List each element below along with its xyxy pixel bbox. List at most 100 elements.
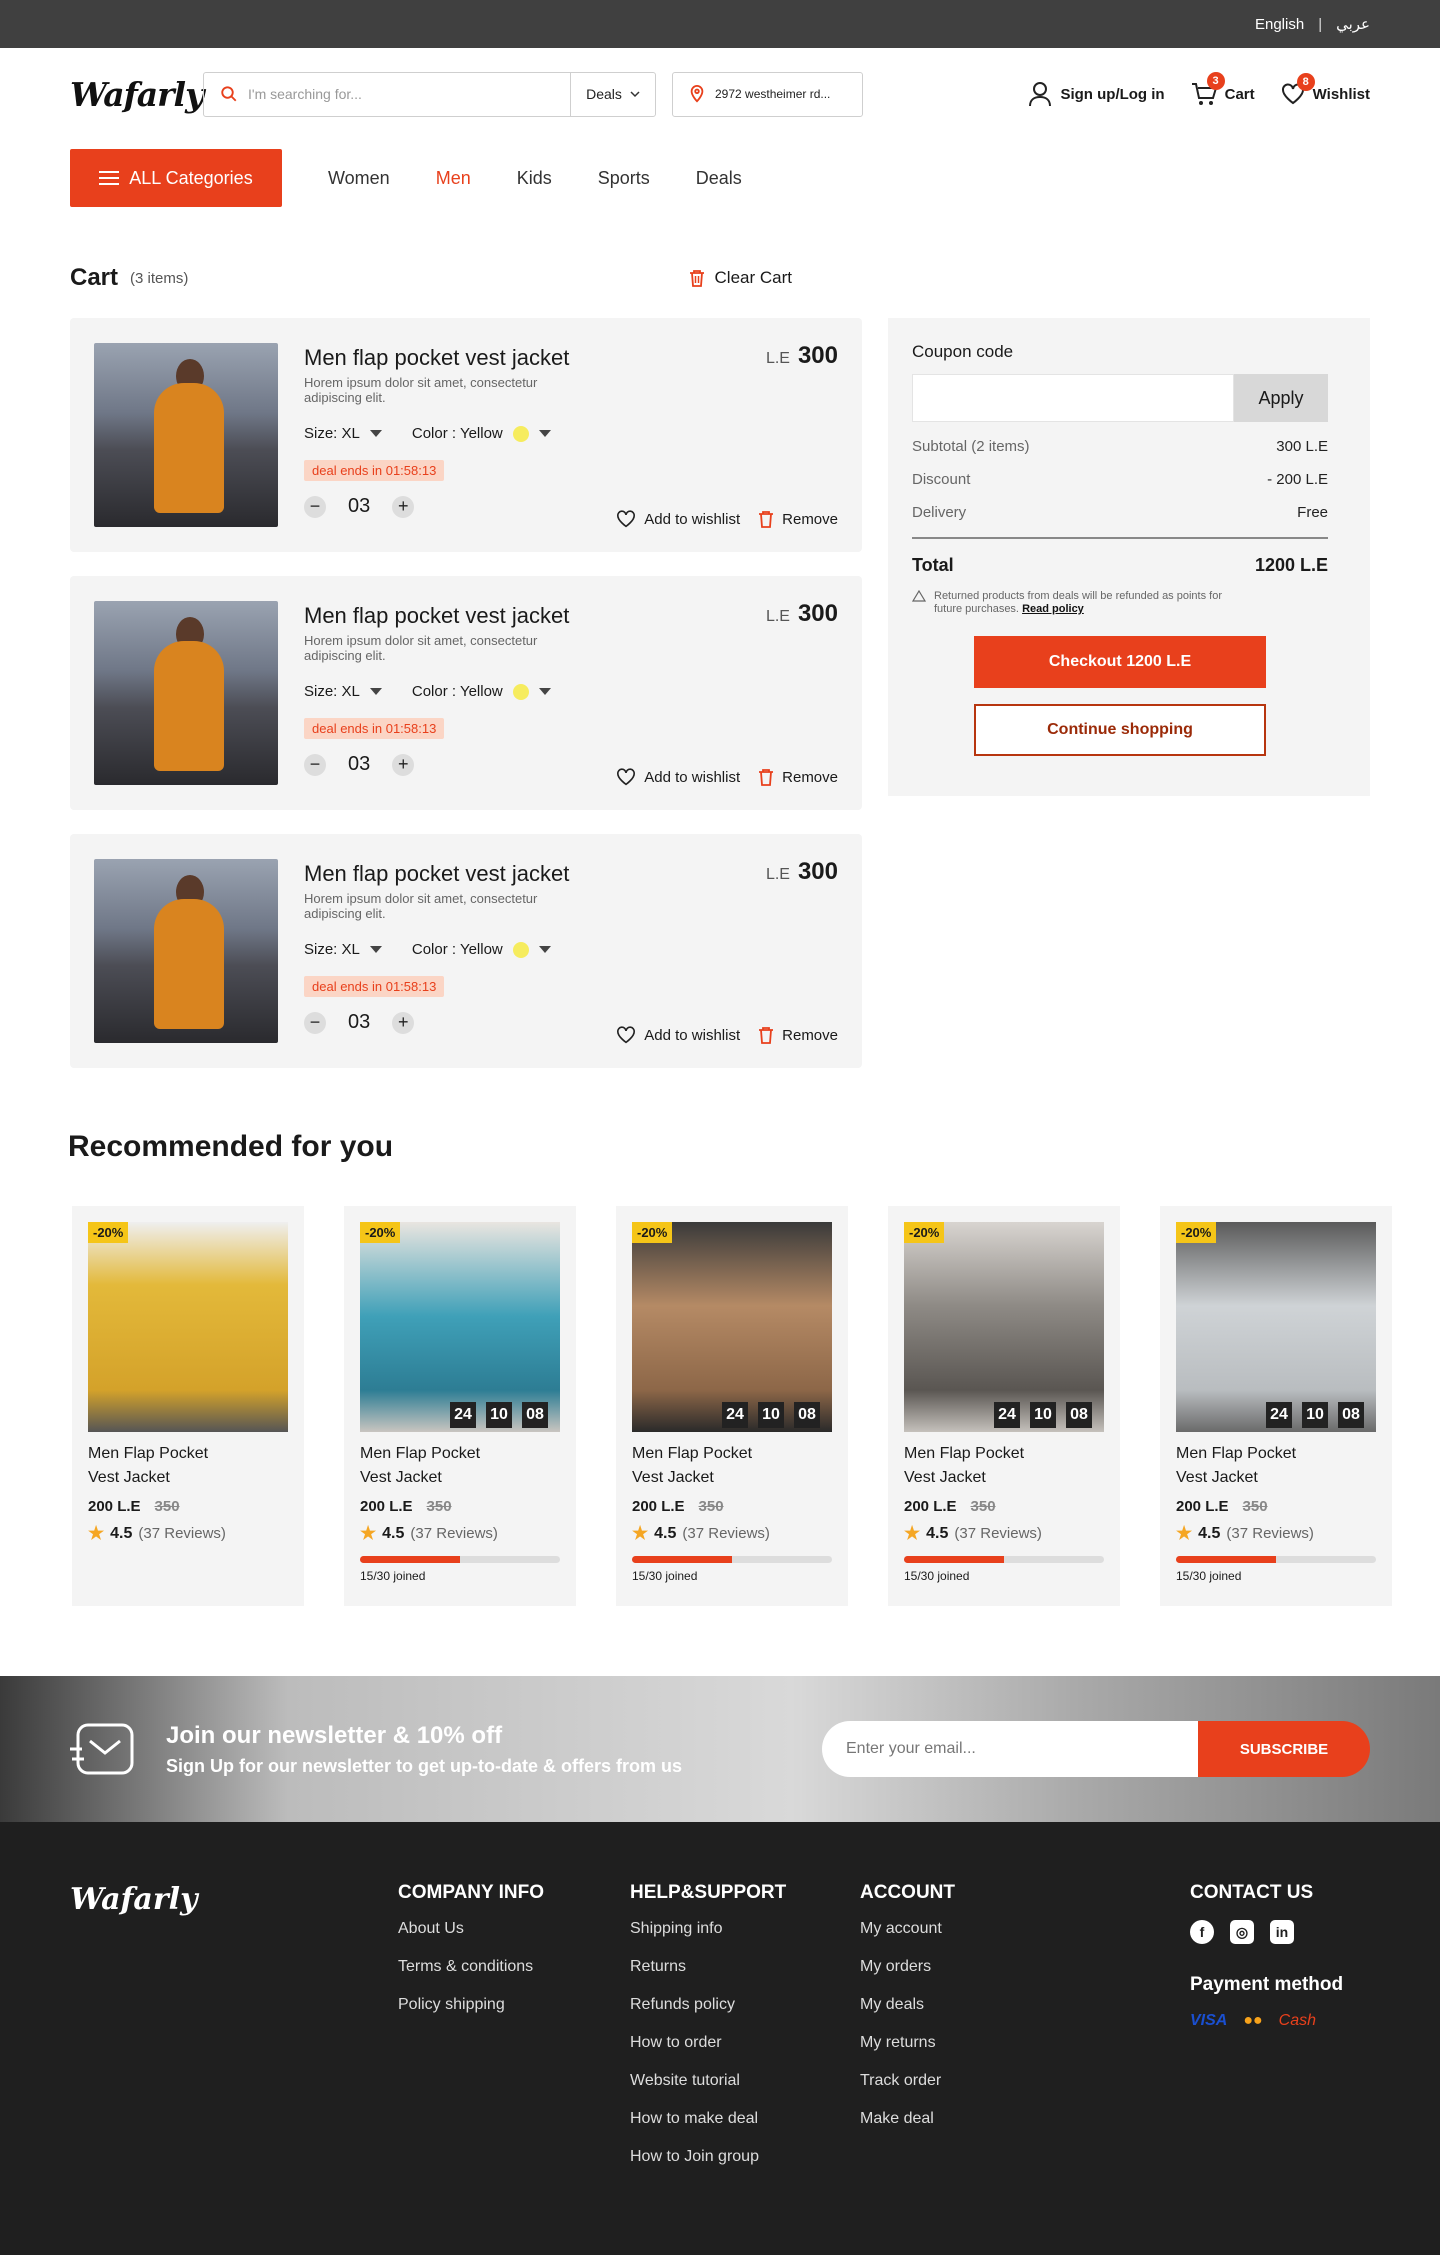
footer-link-policy-shipping[interactable]: Policy shipping bbox=[398, 1996, 630, 2014]
search-input[interactable]: I'm searching for... bbox=[204, 73, 570, 116]
product-title[interactable]: Men flap pocket vest jacket bbox=[304, 603, 838, 629]
increase-quantity-button[interactable]: + bbox=[392, 495, 415, 518]
product-title[interactable]: Men flap pocket vest jacket bbox=[304, 345, 838, 371]
rating-value: 4.5 bbox=[110, 1524, 133, 1542]
product-image[interactable]: -20% 24 10 08 bbox=[1176, 1222, 1376, 1432]
footer-link-tutorial[interactable]: Website tutorial bbox=[630, 2072, 860, 2090]
star-icon: ★ bbox=[88, 1523, 105, 1543]
search-icon bbox=[221, 86, 237, 102]
footer-link-my-orders[interactable]: My orders bbox=[860, 1958, 1190, 1976]
add-to-wishlist-button[interactable]: Add to wishlist bbox=[616, 1026, 740, 1044]
footer-logo[interactable]: Wafarly bbox=[70, 1882, 398, 2202]
product-card[interactable]: -20% Men Flap Pocket Vest Jacket 200 L.E… bbox=[72, 1206, 304, 1606]
add-to-wishlist-button[interactable]: Add to wishlist bbox=[616, 510, 740, 528]
apply-coupon-button[interactable]: Apply bbox=[1234, 374, 1328, 422]
color-selector[interactable]: Color : Yellow bbox=[412, 941, 551, 958]
product-name[interactable]: Men Flap Pocket Vest Jacket bbox=[1176, 1442, 1316, 1490]
product-name[interactable]: Men Flap Pocket Vest Jacket bbox=[904, 1442, 1044, 1490]
read-policy-link[interactable]: Read policy bbox=[1022, 603, 1084, 615]
newsletter-subtitle: Sign Up for our newsletter to get up-to-… bbox=[166, 1755, 683, 1776]
size-selector[interactable]: Size: XL bbox=[304, 683, 382, 700]
color-selector[interactable]: Color : Yellow bbox=[412, 683, 551, 700]
email-field[interactable]: Enter your email... bbox=[822, 1721, 1198, 1777]
footer-link-my-returns[interactable]: My returns bbox=[860, 2034, 1190, 2052]
instagram-icon[interactable]: ◎ bbox=[1230, 1920, 1254, 1944]
linkedin-icon[interactable]: in bbox=[1270, 1920, 1294, 1944]
signin-link[interactable]: Sign up/Log in bbox=[1028, 81, 1165, 107]
product-image[interactable]: -20% 24 10 08 bbox=[904, 1222, 1104, 1432]
footer-link-make-deal-account[interactable]: Make deal bbox=[860, 2110, 1190, 2128]
product-description: Horem ipsum dolor sit amet, consectetur … bbox=[304, 375, 538, 405]
product-card[interactable]: -20% 24 10 08 Men Flap Pocket Vest Jacket … bbox=[344, 1206, 576, 1606]
footer-link-terms[interactable]: Terms & conditions bbox=[398, 1958, 630, 1976]
price-value: 300 bbox=[797, 600, 838, 627]
footer-link-how-to-order[interactable]: How to order bbox=[630, 2034, 860, 2052]
logo[interactable]: Wafarly bbox=[70, 75, 204, 114]
color-selector[interactable]: Color : Yellow bbox=[412, 425, 551, 442]
review-count: (37 Reviews) bbox=[410, 1525, 498, 1542]
product-name[interactable]: Men Flap Pocket Vest Jacket bbox=[632, 1442, 772, 1490]
warning-icon bbox=[912, 590, 926, 602]
product-title[interactable]: Men flap pocket vest jacket bbox=[304, 861, 838, 887]
footer-link-track-order[interactable]: Track order bbox=[860, 2072, 1190, 2090]
nav-link-deals[interactable]: Deals bbox=[696, 168, 742, 189]
footer-link-about[interactable]: About Us bbox=[398, 1920, 630, 1938]
continue-shopping-button[interactable]: Continue shopping bbox=[974, 704, 1266, 756]
location-selector[interactable]: 2972 westheimer rd... bbox=[672, 71, 863, 117]
size-selector[interactable]: Size: XL bbox=[304, 941, 382, 958]
decrease-quantity-button[interactable]: − bbox=[304, 495, 326, 518]
wishlist-count-badge: 8 bbox=[1296, 73, 1315, 91]
product-image[interactable] bbox=[94, 601, 278, 785]
footer-link-make-deal[interactable]: How to make deal bbox=[630, 2110, 860, 2128]
facebook-icon[interactable]: f bbox=[1190, 1920, 1214, 1944]
increase-quantity-button[interactable]: + bbox=[392, 1011, 415, 1034]
checkout-button[interactable]: Checkout 1200 L.E bbox=[974, 636, 1266, 688]
discount-badge: -20% bbox=[88, 1222, 129, 1243]
language-separator: | bbox=[1318, 15, 1323, 33]
footer-link-returns[interactable]: Returns bbox=[630, 1958, 860, 1976]
product-image[interactable] bbox=[94, 343, 278, 527]
product-image[interactable]: -20% 24 10 08 bbox=[632, 1222, 832, 1432]
group-progress-bar bbox=[1176, 1556, 1376, 1563]
decrease-quantity-button[interactable]: − bbox=[304, 753, 326, 776]
nav-link-sports[interactable]: Sports bbox=[598, 168, 650, 189]
remove-button[interactable]: Remove bbox=[758, 1026, 838, 1044]
product-card[interactable]: -20% 24 10 08 Men Flap Pocket Vest Jacket … bbox=[1160, 1206, 1392, 1606]
coupon-input[interactable] bbox=[912, 374, 1234, 422]
all-categories-button[interactable]: ALL Categories bbox=[70, 149, 282, 207]
cart-count-badge: 3 bbox=[1206, 72, 1225, 90]
product-rating: ★ 4.5 (37 Reviews) bbox=[88, 1523, 288, 1544]
product-card[interactable]: -20% 24 10 08 Men Flap Pocket Vest Jacket … bbox=[616, 1206, 848, 1606]
joined-count: 15/30 joined bbox=[360, 1569, 426, 1583]
add-to-wishlist-button[interactable]: Add to wishlist bbox=[616, 768, 740, 786]
wishlist-link[interactable]: 8 Wishlist bbox=[1281, 73, 1370, 105]
nav-link-men[interactable]: Men bbox=[436, 168, 471, 189]
visa-logo: VISA bbox=[1190, 2012, 1228, 2029]
language-english[interactable]: English bbox=[1255, 16, 1304, 33]
chevron-down-icon bbox=[630, 91, 640, 98]
remove-button[interactable]: Remove bbox=[758, 510, 838, 528]
subscribe-button[interactable]: SUBSCRIBE bbox=[1198, 1721, 1370, 1777]
product-name[interactable]: Men Flap Pocket Vest Jacket bbox=[88, 1442, 228, 1490]
product-image[interactable] bbox=[94, 859, 278, 1043]
product-card[interactable]: -20% 24 10 08 Men Flap Pocket Vest Jacket … bbox=[888, 1206, 1120, 1606]
footer-link-join-group[interactable]: How to Join group bbox=[630, 2148, 860, 2166]
increase-quantity-button[interactable]: + bbox=[392, 753, 415, 776]
clear-cart-button[interactable]: Clear Cart bbox=[689, 268, 792, 288]
decrease-quantity-button[interactable]: − bbox=[304, 1011, 326, 1034]
product-name[interactable]: Men Flap Pocket Vest Jacket bbox=[360, 1442, 500, 1490]
product-image[interactable]: -20% 24 10 08 bbox=[360, 1222, 560, 1432]
nav-link-kids[interactable]: Kids bbox=[517, 168, 552, 189]
search-category-dropdown[interactable]: Deals bbox=[570, 72, 655, 116]
product-image[interactable]: -20% bbox=[88, 1222, 288, 1432]
footer-link-my-account[interactable]: My account bbox=[860, 1920, 1190, 1938]
nav-link-women[interactable]: Women bbox=[328, 168, 390, 189]
footer-link-my-deals[interactable]: My deals bbox=[860, 1996, 1190, 2014]
size-selector[interactable]: Size: XL bbox=[304, 425, 382, 442]
timer-seconds: 08 bbox=[1338, 1402, 1364, 1428]
footer-link-shipping-info[interactable]: Shipping info bbox=[630, 1920, 860, 1938]
language-arabic[interactable]: عربي bbox=[1336, 15, 1370, 33]
footer-link-refunds[interactable]: Refunds policy bbox=[630, 1996, 860, 2014]
cart-link[interactable]: 3 Cart bbox=[1191, 72, 1255, 106]
remove-button[interactable]: Remove bbox=[758, 768, 838, 786]
